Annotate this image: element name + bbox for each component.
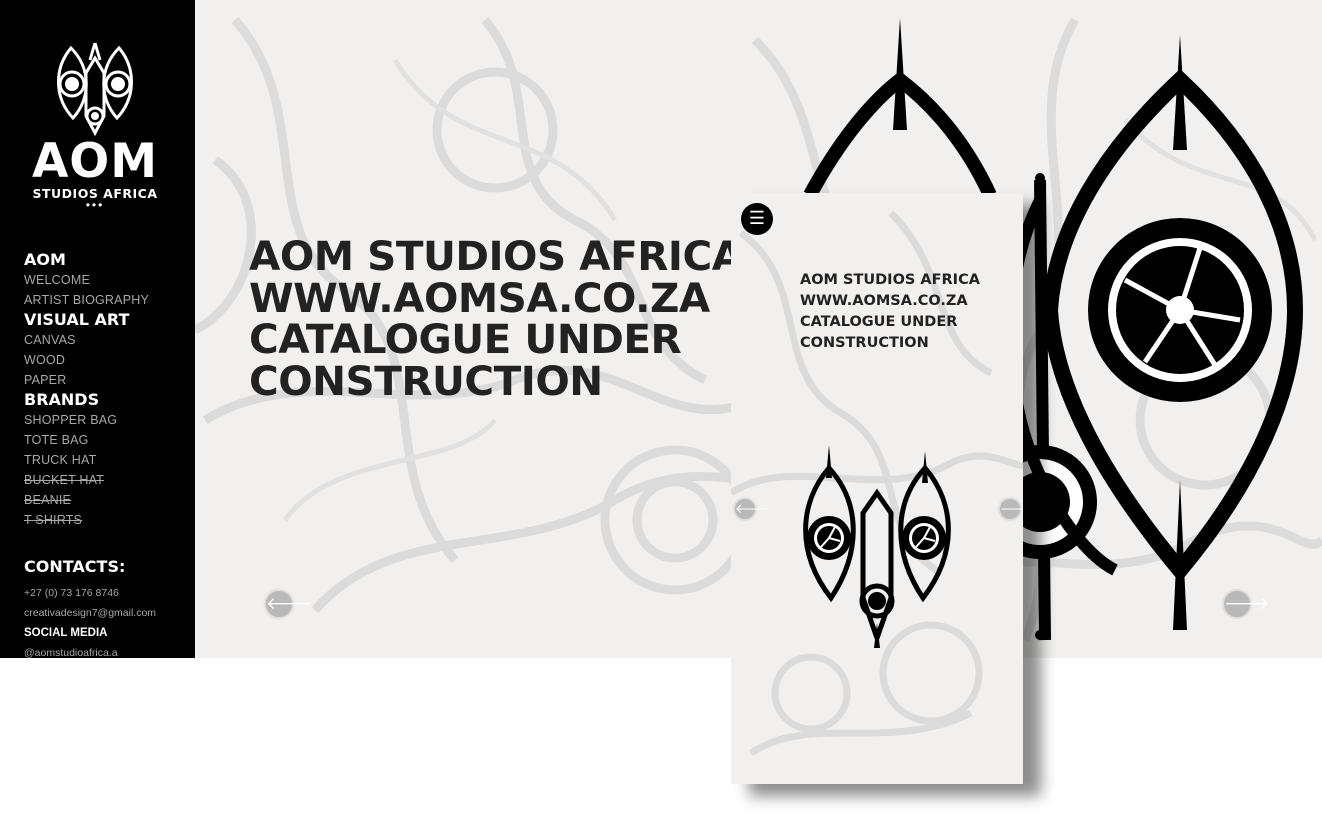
contacts-title: CONTACTS: — [24, 557, 126, 576]
nav-section-aom[interactable]: AOM — [24, 250, 189, 270]
brand-logo[interactable]: AOM STUDIOS AFRICA ••• — [30, 38, 160, 213]
nav-item-t-shirts[interactable]: T SHIRTS — [24, 510, 189, 530]
nav-section-visual-art[interactable]: VISUAL ART — [24, 310, 189, 330]
mobile-preview: ☰ AOM STUDIOS AFRICA WWW.AOMSA.CO.ZA CAT… — [731, 193, 1023, 784]
brand-name: AOM — [31, 134, 159, 189]
hero-line-2[interactable]: WWW.AOMSA.CO.ZA — [249, 277, 749, 320]
hero-prev-button[interactable]: 🡐 — [265, 590, 312, 618]
nav-item-wood[interactable]: WOOD — [24, 350, 189, 370]
nav-section-brands[interactable]: BRANDS — [24, 390, 189, 410]
hero-headline: AOM STUDIOS AFRICA WWW.AOMSA.CO.ZA CATAL… — [249, 232, 749, 405]
mobile-next-button[interactable]: 🡒 — [999, 498, 1023, 520]
nav-item-tote-bag[interactable]: TOTE BAG — [24, 430, 189, 450]
hero-line-3: CATALOGUE UNDER — [249, 315, 682, 363]
nav-item-beanie[interactable]: BEANIE — [24, 490, 189, 510]
social-media-title: SOCIAL MEDIA — [24, 627, 108, 639]
nav-item-welcome[interactable]: WELCOME — [24, 270, 189, 290]
mobile-line-2[interactable]: WWW.AOMSA.CO.ZA — [800, 291, 1000, 312]
brand-dots: ••• — [85, 198, 105, 212]
mobile-headline: AOM STUDIOS AFRICA WWW.AOMSA.CO.ZA CATAL… — [800, 270, 1000, 354]
nav-item-bucket-hat[interactable]: BUCKET HAT — [24, 470, 189, 490]
social-handle[interactable]: @aomstudioafrica.a — [24, 643, 194, 658]
nav-item-canvas[interactable]: CANVAS — [24, 330, 189, 350]
menu-button[interactable]: ☰ — [741, 203, 773, 235]
sidebar: AOM STUDIOS AFRICA ••• AOM WELCOME ARTIS… — [0, 0, 195, 658]
sidebar-nav: AOM WELCOME ARTIST BIOGRAPHY VISUAL ART … — [24, 250, 189, 530]
mobile-prev-button[interactable]: 🡐 — [734, 498, 770, 520]
hero-line-1: AOM STUDIOS AFRICA — [249, 232, 743, 280]
mobile-line-4: CONSTRUCTION — [800, 335, 929, 351]
mobile-line-3: CATALOGUE UNDER — [800, 314, 958, 330]
hero-next-button[interactable]: 🡒 — [1223, 590, 1270, 618]
nav-item-shopper-bag[interactable]: SHOPPER BAG — [24, 410, 189, 430]
contact-phone[interactable]: +27 (0) 73 176 8746 — [24, 583, 194, 603]
nav-item-artist-biography[interactable]: ARTIST BIOGRAPHY — [24, 290, 189, 310]
contacts-block: CONTACTS: +27 (0) 73 176 8746 creativade… — [24, 557, 194, 658]
nav-item-truck-hat[interactable]: TRUCK HAT — [24, 450, 189, 470]
contact-email[interactable]: creativadesign7@gmail.com — [24, 603, 194, 623]
mobile-line-1: AOM STUDIOS AFRICA — [800, 272, 980, 288]
nav-item-paper[interactable]: PAPER — [24, 370, 189, 390]
hero-line-4: CONSTRUCTION — [249, 356, 603, 405]
logo-emblem-icon — [57, 42, 133, 137]
mobile-mask-emblem-icon — [803, 445, 951, 648]
